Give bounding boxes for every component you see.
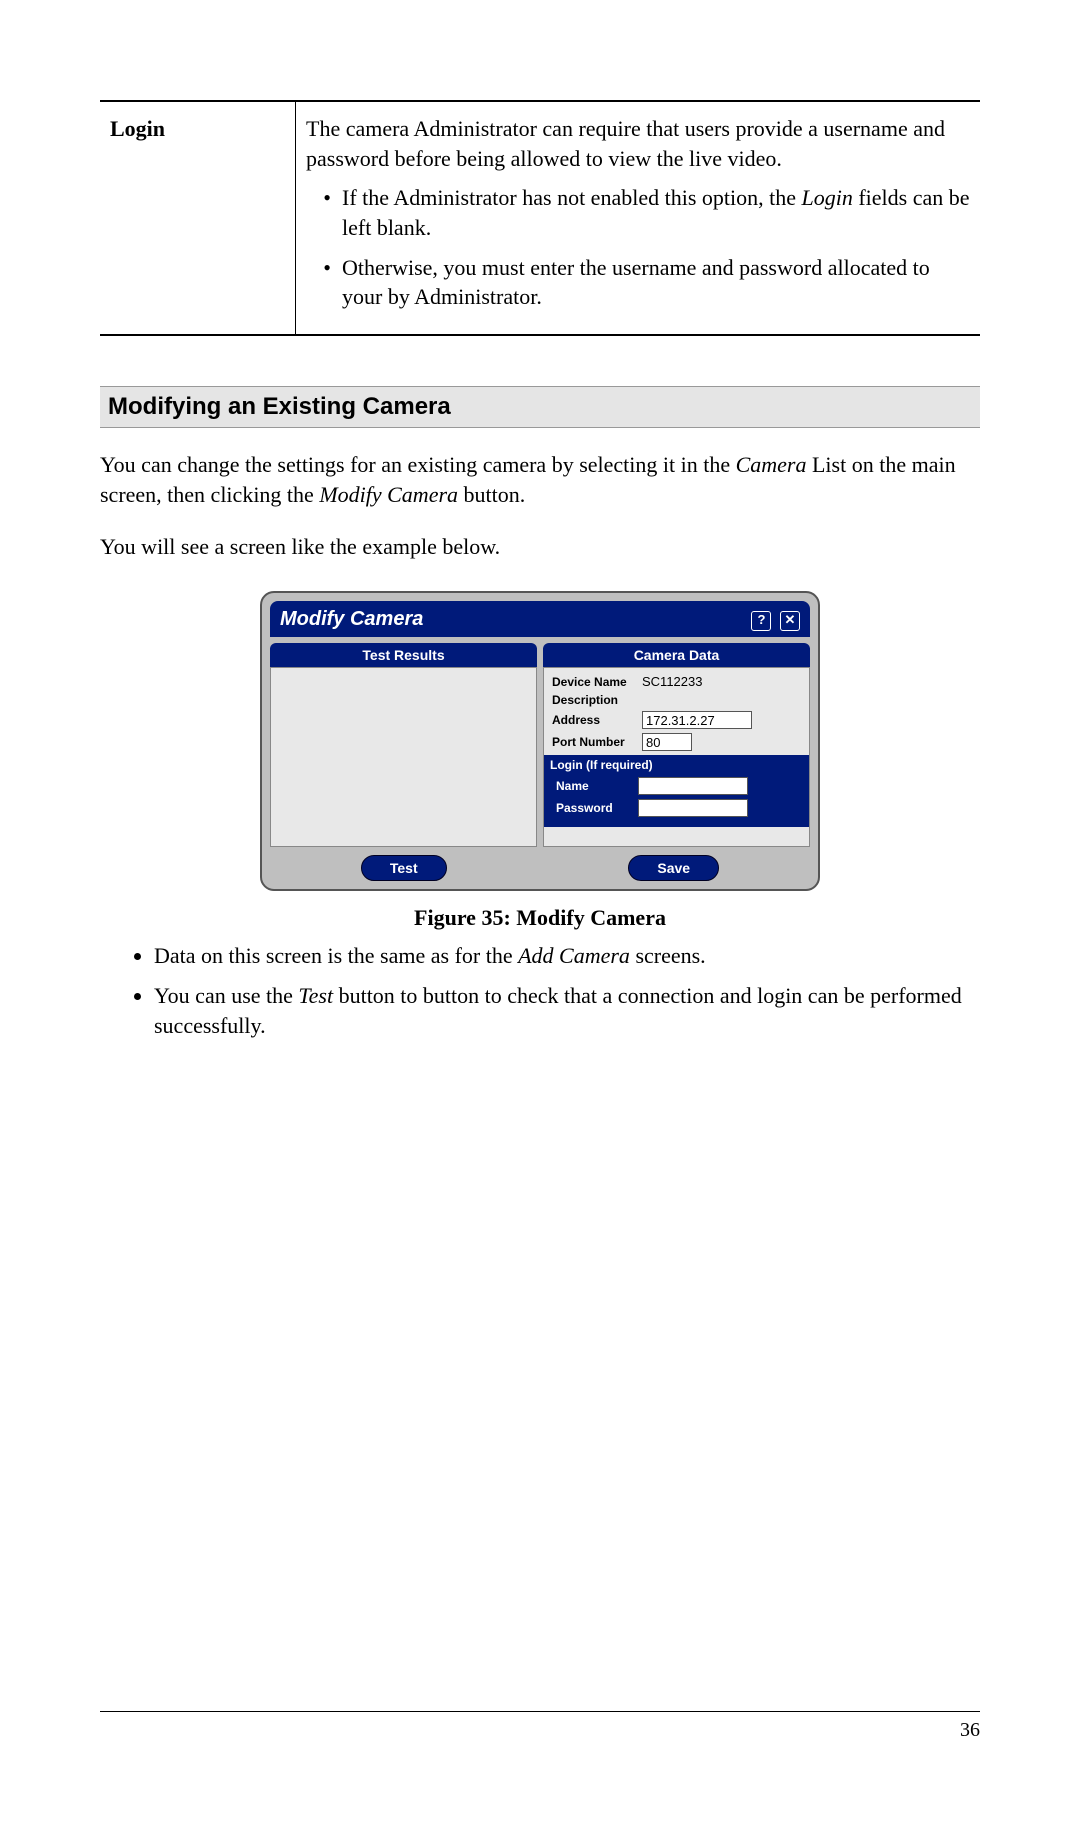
text-italic: Modify Camera (319, 482, 458, 507)
test-button[interactable]: Test (361, 855, 447, 881)
list-item: Data on this screen is the same as for t… (154, 941, 980, 971)
field-row: Port Number (552, 733, 801, 751)
device-name-value: SC112233 (642, 674, 702, 689)
bullet-italic: Login (801, 185, 852, 210)
test-results-panel: Test Results (270, 643, 537, 847)
dialog-titlebar: Modify Camera ? ✕ (270, 601, 810, 637)
footer-rule (100, 1711, 980, 1712)
dialog-title-icons: ? ✕ (748, 607, 800, 631)
field-row: Address (552, 711, 801, 729)
port-input[interactable] (642, 733, 692, 751)
section-heading: Modifying an Existing Camera (100, 386, 980, 428)
panel-header: Test Results (270, 643, 537, 667)
figure-caption: Figure 35: Modify Camera (100, 905, 980, 931)
test-results-body (270, 667, 537, 847)
address-label: Address (552, 713, 642, 727)
login-password-label: Password (552, 799, 630, 817)
paragraph: You will see a screen like the example b… (100, 532, 980, 562)
text: Data on this screen is the same as for t… (154, 943, 518, 968)
figure-wrap: Modify Camera ? ✕ Test Results Camera Da… (100, 591, 980, 931)
table-bullets: If the Administrator has not enabled thi… (306, 183, 970, 312)
login-name-label: Name (552, 777, 630, 795)
text-italic: Camera (736, 452, 807, 477)
text: screens. (630, 943, 706, 968)
text-italic: Test (298, 983, 333, 1008)
page-number: 36 (960, 1719, 980, 1742)
modify-camera-dialog: Modify Camera ? ✕ Test Results Camera Da… (260, 591, 820, 891)
text-italic: Add Camera (518, 943, 630, 968)
close-icon[interactable]: ✕ (780, 611, 800, 631)
table-intro: The camera Administrator can require tha… (306, 114, 970, 173)
description-label: Description (552, 693, 642, 707)
device-name-label: Device Name (552, 675, 642, 689)
address-input[interactable] (642, 711, 752, 729)
login-name-input[interactable] (638, 777, 748, 795)
save-button[interactable]: Save (628, 855, 719, 881)
table-left-header: Login (100, 101, 296, 335)
dialog-body: Test Results Camera Data Device Name SC1… (270, 643, 810, 847)
text: You can use the (154, 983, 298, 1008)
table-bullet: If the Administrator has not enabled thi… (342, 183, 970, 242)
table-right-cell: The camera Administrator can require tha… (296, 101, 981, 335)
field-row: Name (552, 777, 801, 795)
post-figure-bullets: Data on this screen is the same as for t… (100, 941, 980, 1040)
field-row: Description (552, 693, 801, 707)
camera-data-body: Device Name SC112233 Description Address (543, 667, 810, 847)
port-label: Port Number (552, 735, 642, 749)
login-password-input[interactable] (638, 799, 748, 817)
list-item: You can use the Test button to button to… (154, 981, 980, 1040)
text: button. (458, 482, 525, 507)
paragraph: You can change the settings for an exist… (100, 450, 980, 509)
help-icon[interactable]: ? (751, 611, 771, 631)
panel-header: Camera Data (543, 643, 810, 667)
document-page: Login The camera Administrator can requi… (0, 0, 1080, 1822)
login-rows: Name Password (544, 775, 809, 827)
table-bullet: Otherwise, you must enter the username a… (342, 253, 970, 312)
login-table: Login The camera Administrator can requi… (100, 100, 980, 336)
text: You can change the settings for an exist… (100, 452, 736, 477)
login-section-header: Login (If required) (544, 755, 809, 775)
bullet-text: Otherwise, you must enter the username a… (342, 255, 930, 310)
dialog-buttons: Test Save (270, 855, 810, 881)
camera-data-panel: Camera Data Device Name SC112233 Descrip… (543, 643, 810, 847)
field-row: Device Name SC112233 (552, 674, 801, 689)
bullet-text: If the Administrator has not enabled thi… (342, 185, 801, 210)
dialog-title: Modify Camera (280, 608, 423, 631)
field-row: Password (552, 799, 801, 817)
